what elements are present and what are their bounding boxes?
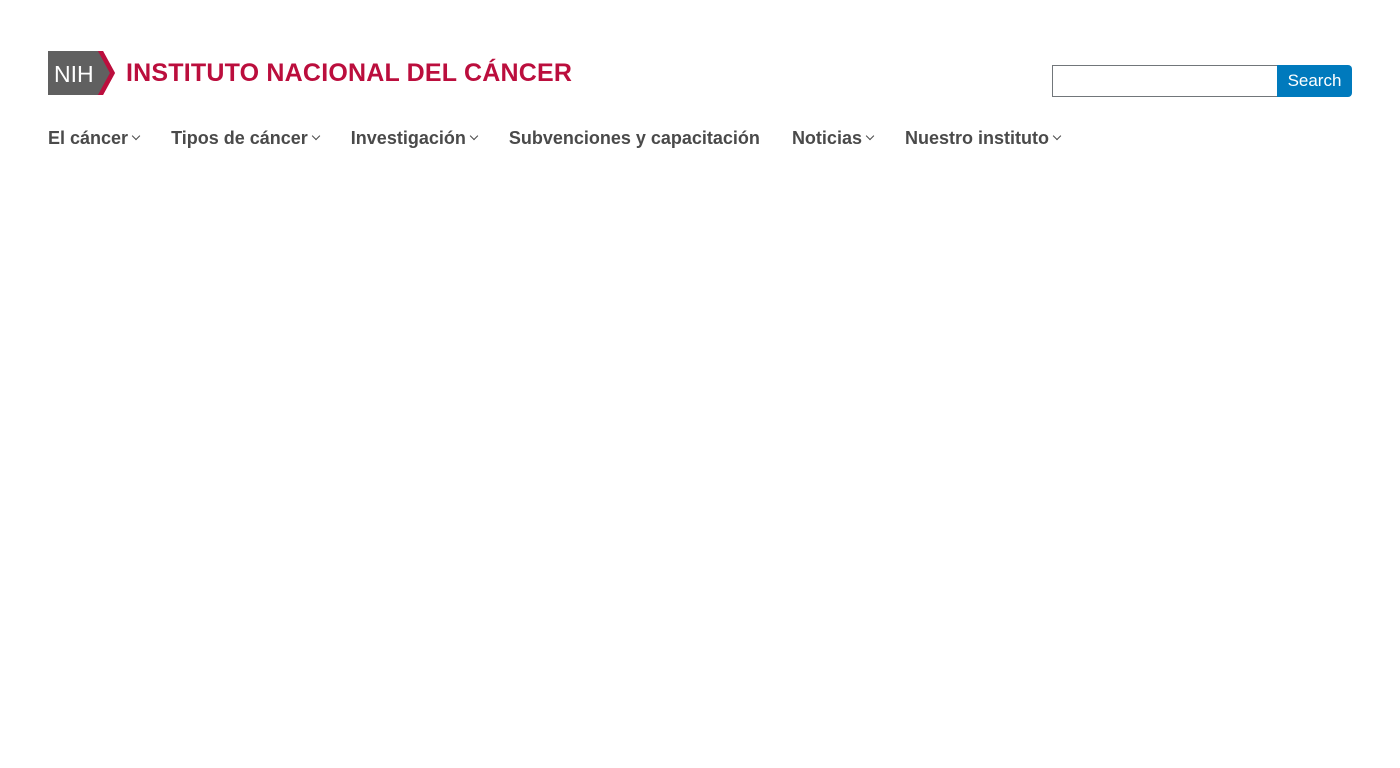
- nav-item-label: Nuestro instituto: [904, 127, 1049, 148]
- nav-item-label: Noticias: [791, 127, 862, 148]
- nav-item-noticias[interactable]: Noticias: [791, 127, 875, 149]
- main-nav: El cáncer Tipos de cáncer Investigación …: [48, 124, 1062, 152]
- chevron-down-icon: [1052, 131, 1062, 141]
- nav-item-label: Investigación: [350, 127, 466, 148]
- nav-item-investigacion[interactable]: Investigación: [350, 127, 479, 149]
- nci-logo[interactable]: NIH INSTITUTO NACIONAL DEL CÁNCER: [48, 51, 572, 95]
- chevron-down-icon: [131, 131, 141, 141]
- institute-name: INSTITUTO NACIONAL DEL CÁNCER: [126, 59, 573, 87]
- chevron-down-icon: [469, 131, 479, 141]
- nih-badge-text: NIH: [54, 61, 94, 87]
- nav-item-label: Tipos de cáncer: [171, 127, 308, 148]
- search-input[interactable]: [1052, 65, 1277, 97]
- site-header: NIH INSTITUTO NACIONAL DEL CÁNCER Search…: [0, 0, 1400, 200]
- nav-item-label: Subvenciones y capacitación: [508, 127, 760, 148]
- nav-item-nuestro-instituto[interactable]: Nuestro instituto: [904, 127, 1062, 149]
- nih-badge-icon: NIH: [48, 51, 115, 95]
- site-search: Search: [1052, 65, 1352, 97]
- nav-item-el-cancer[interactable]: El cáncer: [48, 127, 141, 149]
- search-button[interactable]: Search: [1277, 65, 1352, 97]
- nav-item-tipos-de-cancer[interactable]: Tipos de cáncer: [171, 127, 321, 149]
- chevron-down-icon: [311, 131, 321, 141]
- nav-item-label: El cáncer: [48, 127, 129, 148]
- chevron-down-icon: [865, 131, 875, 141]
- nav-item-subvenciones[interactable]: Subvenciones y capacitación: [509, 128, 760, 149]
